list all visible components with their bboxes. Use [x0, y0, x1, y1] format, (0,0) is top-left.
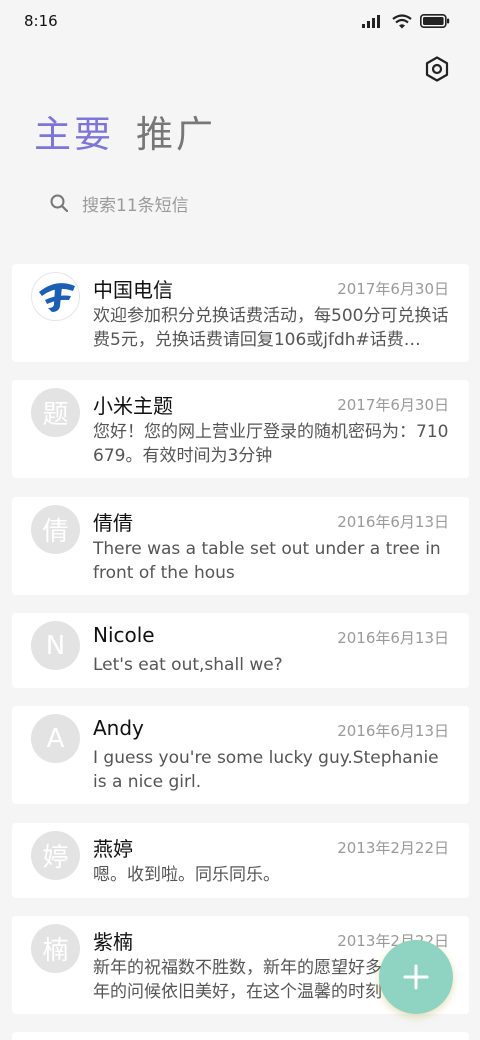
message-date: 2017年6月30日	[337, 280, 449, 298]
settings-icon	[425, 56, 449, 82]
plus-icon	[403, 964, 429, 990]
contact-name: Nicole	[93, 623, 155, 647]
contact-name: 中国电信	[93, 278, 173, 302]
contact-name: 燕婷	[93, 837, 133, 861]
avatar: 楠	[31, 924, 80, 973]
message-date: 2016年6月13日	[337, 722, 449, 740]
tab-promotions[interactable]: 推广	[136, 112, 216, 158]
conversation-item[interactable]: 倩 倩倩 2016年6月13日 There was a table set ou…	[12, 497, 469, 595]
signal-icon	[362, 15, 380, 28]
message-date: 2017年6月30日	[337, 396, 449, 414]
conversation-item[interactable]	[12, 1032, 469, 1040]
conversation-item[interactable]: 题 小米主题 2017年6月30日 您好！您的网上营业厅登录的随机密码为：710…	[12, 380, 469, 478]
message-date: 2016年6月13日	[337, 629, 449, 647]
tab-bar: 主要 推广	[34, 112, 216, 158]
avatar: A	[31, 714, 80, 763]
status-time: 8:16	[24, 12, 58, 30]
battery-icon	[420, 14, 450, 28]
contact-name: 倩倩	[93, 511, 133, 535]
conversation-item[interactable]: 婷 燕婷 2013年2月22日 嗯。收到啦。同乐同乐。	[12, 823, 469, 898]
tab-primary[interactable]: 主要	[34, 112, 114, 158]
avatar: N	[31, 621, 80, 670]
wifi-icon	[392, 13, 412, 28]
status-bar: 8:16	[0, 0, 480, 42]
search-placeholder: 搜索11条短信	[82, 195, 189, 216]
conversation-item[interactable]: A Andy 2016年6月13日 I guess you're some lu…	[12, 706, 469, 804]
search-bar[interactable]: 搜索11条短信	[50, 188, 430, 218]
message-preview: Let's eat out,shall we?	[93, 655, 283, 675]
china-telecom-logo	[38, 282, 75, 312]
compose-button[interactable]	[379, 940, 453, 1014]
avatar	[31, 272, 80, 321]
message-preview: 嗯。收到啦。同乐同乐。	[93, 865, 280, 885]
settings-button[interactable]	[424, 56, 450, 82]
contact-name: 小米主题	[93, 394, 173, 418]
conversation-item[interactable]: 中国电信 2017年6月30日 欢迎参加积分兑换话费活动，每500分可兑换话费5…	[12, 264, 469, 362]
status-icons	[362, 13, 450, 29]
conversation-item[interactable]: N Nicole 2016年6月13日 Let's eat out,shall …	[12, 613, 469, 688]
message-preview: 欢迎参加积分兑换话费活动，每500分可兑换话费5元，兑换话费请回复106或jfd…	[93, 306, 449, 350]
message-date: 2013年2月22日	[337, 839, 449, 857]
avatar: 题	[31, 388, 80, 437]
message-preview: 您好！您的网上营业厅登录的随机密码为：710679。有效时间为3分钟	[93, 422, 449, 466]
message-date: 2016年6月13日	[337, 513, 449, 531]
search-icon	[50, 194, 68, 212]
message-preview: There was a table set out under a tree i…	[93, 539, 441, 583]
contact-name: 紫楠	[93, 930, 133, 954]
avatar: 婷	[31, 831, 80, 880]
avatar: 倩	[31, 505, 80, 554]
contact-name: Andy	[93, 716, 144, 740]
message-preview: I guess you're some lucky guy.Stephanie …	[93, 748, 439, 792]
